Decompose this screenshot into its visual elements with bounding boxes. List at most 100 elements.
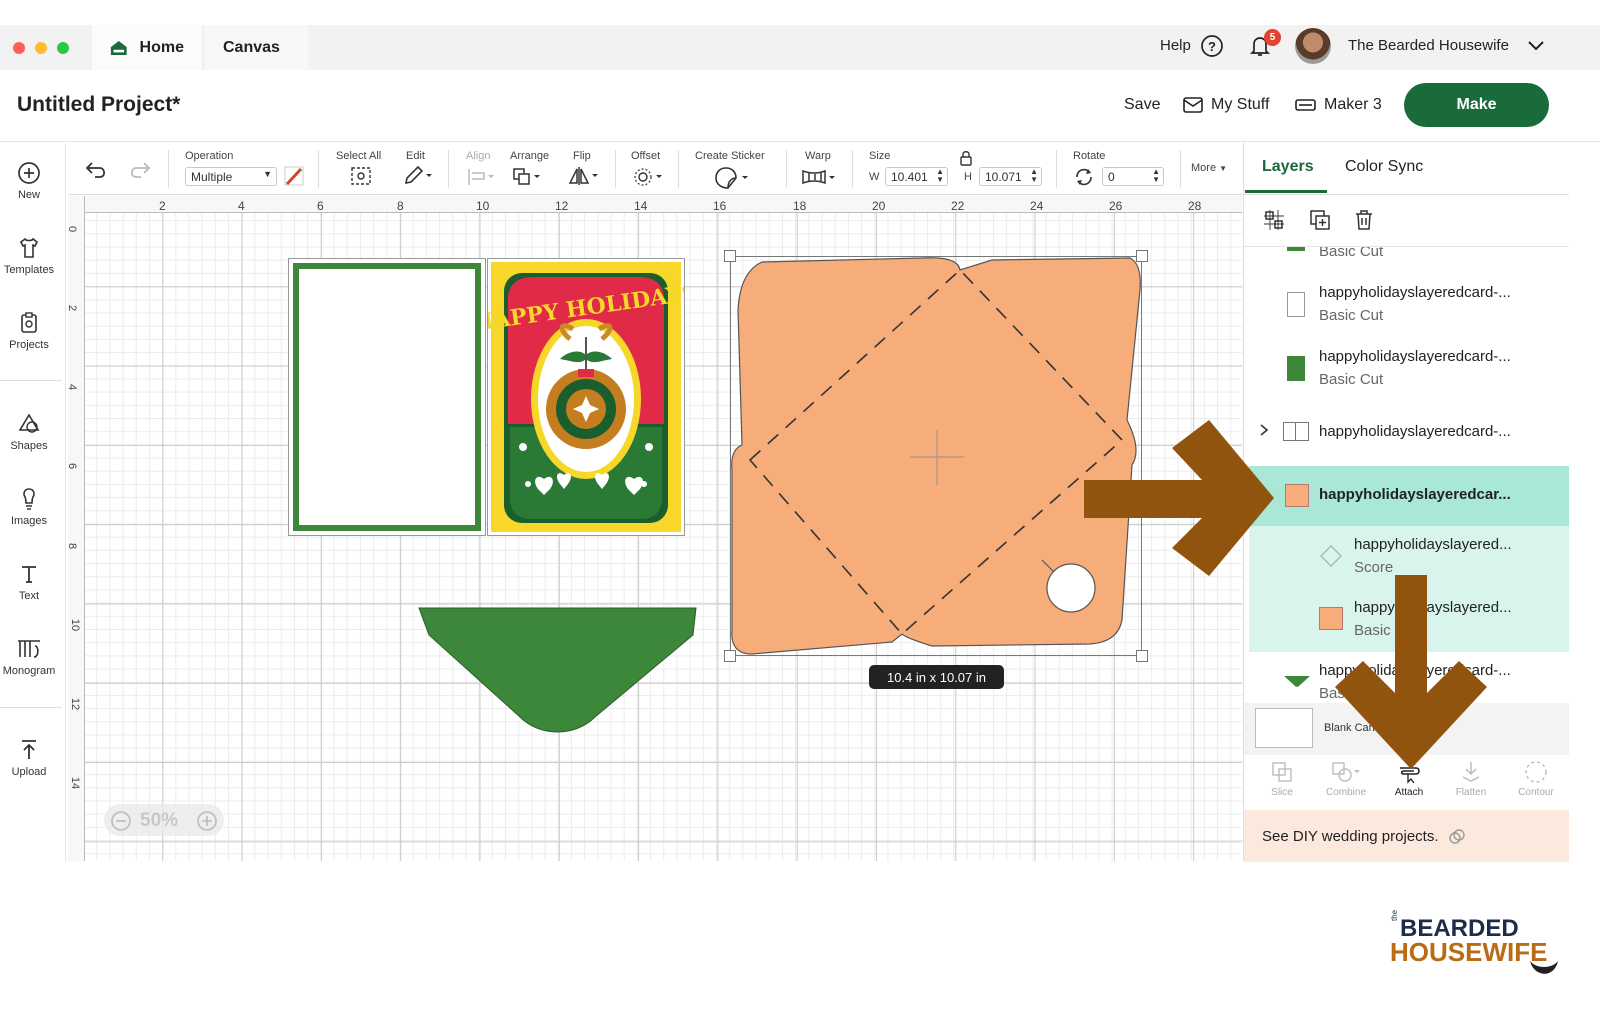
layer-thumbnail [1284, 676, 1310, 687]
flip-label: Flip [573, 150, 591, 162]
operation-label: Operation [185, 150, 234, 162]
operation-dropdown[interactable]: Multiple ▼ [185, 167, 277, 186]
tab-canvas[interactable]: Canvas [205, 25, 308, 70]
holiday-card-layer[interactable]: HAPPY HOLIDAYS [471, 258, 699, 536]
ruler-tick-label: 10 [69, 618, 82, 632]
contour-icon [1525, 761, 1547, 783]
resize-handle[interactable] [1136, 650, 1148, 662]
layer-item[interactable]: happyholidayslayeredcard-... Basic Cut [1249, 280, 1569, 330]
machine-selector[interactable]: Maker 3 [1295, 96, 1382, 114]
height-input[interactable]: 10.071 ▲ ▼ [979, 167, 1042, 186]
rotate-input[interactable]: 0 ▲ ▼ [1102, 167, 1164, 186]
notification-badge: 5 [1264, 29, 1281, 46]
user-menu[interactable]: The Bearded Housewife [1348, 37, 1509, 54]
avatar[interactable] [1295, 28, 1331, 64]
sticker-icon[interactable] [714, 166, 752, 190]
select-all-icon[interactable] [349, 165, 373, 187]
canvas-swatch[interactable] [1255, 708, 1313, 748]
zoom-in-icon[interactable] [196, 810, 218, 832]
flip-icon[interactable] [568, 165, 602, 187]
group-icon[interactable] [1262, 208, 1286, 232]
rotate-label: Rotate [1073, 150, 1106, 162]
my-stuff-button[interactable]: My Stuff [1183, 96, 1269, 114]
stepper-icon[interactable]: ▲ ▼ [936, 168, 944, 184]
layer-name: happyholidayslayeredcard-... [1319, 348, 1511, 365]
redo-icon[interactable] [126, 160, 152, 180]
offset-icon[interactable] [632, 166, 666, 188]
undo-icon[interactable] [84, 160, 110, 180]
resize-handle[interactable] [724, 250, 736, 262]
ruler-tick-label: 14 [69, 776, 82, 790]
layer-operation: Score [1354, 559, 1394, 576]
offset-label: Offset [631, 150, 661, 162]
machine-label: Maker 3 [1324, 96, 1382, 113]
selection-bounding-box [730, 256, 1142, 656]
duplicate-icon[interactable] [1308, 208, 1332, 232]
combine-label: Combine [1325, 787, 1367, 798]
ruler-tick-label: 2 [159, 199, 166, 213]
resize-handle[interactable] [724, 650, 736, 662]
help-link[interactable]: Help [1160, 37, 1191, 54]
toolbar-divider [168, 150, 169, 188]
text-label: Text [18, 590, 40, 602]
shapes-button[interactable]: Shapes [0, 412, 58, 452]
text-icon [22, 566, 36, 583]
chevron-down-icon[interactable] [1527, 40, 1545, 52]
help-icon[interactable]: ? [1200, 34, 1224, 58]
tab-layers[interactable]: Layers [1262, 158, 1314, 176]
help-label: Help [1160, 37, 1191, 54]
slice-label: Slice [1271, 787, 1293, 798]
new-button[interactable]: New [0, 161, 58, 201]
stepper-icon[interactable]: ▲ ▼ [1030, 168, 1038, 184]
monogram-button[interactable]: Monogram [0, 637, 58, 677]
align-icon[interactable] [466, 167, 498, 187]
ruler-tick-label: 26 [1109, 199, 1123, 213]
make-button[interactable]: Make [1404, 83, 1549, 127]
close-window-button[interactable] [13, 42, 25, 54]
envelope-flap-layer[interactable] [415, 605, 701, 737]
contour-button[interactable]: Contour [1506, 760, 1566, 798]
tab-home[interactable]: Home [92, 25, 202, 70]
monogram-label: Monogram [2, 665, 56, 677]
templates-button[interactable]: Templates [0, 236, 58, 276]
promo-banner[interactable]: See DIY wedding projects. [1244, 810, 1569, 862]
projects-label: Projects [9, 339, 49, 351]
ruler-tick-label: 2 [66, 304, 79, 312]
toolbar-divider [1180, 150, 1181, 188]
zoom-out-icon[interactable] [110, 810, 132, 832]
rotate-icon[interactable] [1073, 167, 1095, 187]
left-toolbar: New Templates Projects Shapes Images Tex… [0, 143, 66, 861]
layer-name: happyholidayslayeredcar... [1319, 486, 1511, 503]
projects-button[interactable]: Projects [0, 311, 58, 351]
resize-handle[interactable] [1136, 250, 1148, 262]
images-button[interactable]: Images [0, 487, 58, 527]
ruler-tick-label: 4 [66, 383, 79, 391]
trash-icon[interactable] [1352, 208, 1376, 232]
color-swatch-icon[interactable] [284, 166, 304, 186]
ruler-tick-label: 6 [66, 462, 79, 470]
layer-item-selected[interactable]: happyholidayslayeredcar... [1249, 466, 1569, 526]
more-button[interactable]: More ▼ [1191, 162, 1227, 174]
upload-button[interactable]: Upload [0, 738, 58, 778]
tab-color-sync[interactable]: Color Sync [1345, 158, 1423, 176]
layer-group-item[interactable]: happyholidayslayeredcard-... [1249, 410, 1569, 454]
maximize-window-button[interactable] [57, 42, 69, 54]
project-title[interactable]: Untitled Project* [17, 93, 180, 117]
layer-item[interactable]: happyholidayslayeredcard-... Basic Cut [1249, 344, 1569, 394]
card-back-layer[interactable] [288, 258, 486, 536]
lock-icon[interactable] [959, 150, 973, 166]
stepper-icon[interactable]: ▲ ▼ [1152, 168, 1160, 184]
minimize-window-button[interactable] [35, 42, 47, 54]
layer-operation: Basic Cut [1319, 307, 1384, 324]
ruler-tick-label: 0 [66, 225, 79, 233]
text-button[interactable]: Text [0, 562, 58, 602]
warp-icon[interactable] [801, 167, 839, 187]
slice-button[interactable]: Slice [1252, 760, 1312, 798]
arrange-icon[interactable] [511, 166, 543, 188]
save-button[interactable]: Save [1124, 96, 1160, 114]
width-input[interactable]: 10.401 ▲ ▼ [885, 167, 948, 186]
upload-icon [22, 740, 36, 759]
pencil-icon[interactable] [402, 165, 434, 187]
layer-item[interactable]: Basic Cut [1249, 247, 1569, 265]
ruler-tick-label: 28 [1188, 199, 1202, 213]
